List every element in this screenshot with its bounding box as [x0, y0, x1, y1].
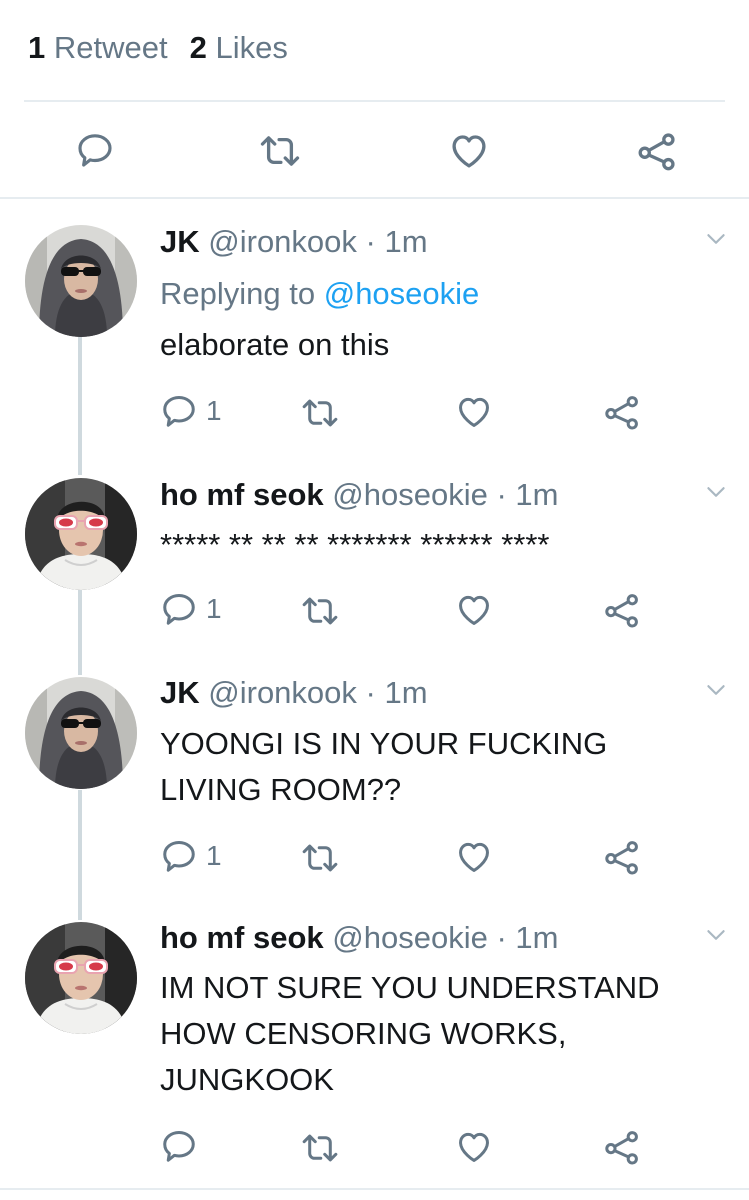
separator: · — [365, 675, 376, 710]
chevron-down-icon — [703, 226, 729, 252]
heart-icon — [447, 130, 491, 172]
replying-handle[interactable]: @hoseokie — [324, 276, 480, 311]
reply-count: 1 — [206, 593, 222, 624]
thread-line — [78, 337, 82, 475]
chevron-down-icon — [703, 922, 729, 948]
reply-icon — [160, 1127, 198, 1165]
share-button[interactable] — [603, 1128, 641, 1166]
user-handle[interactable]: @ironkook — [208, 675, 357, 710]
more-menu[interactable] — [703, 479, 729, 510]
heart-icon — [454, 393, 494, 431]
retweet-button[interactable] — [299, 592, 341, 630]
share-icon — [603, 591, 641, 629]
reply-count: 1 — [206, 395, 222, 426]
replying-to: Replying to @hoseokie — [160, 276, 479, 312]
retweet-button[interactable] — [299, 839, 341, 877]
tweet-header: JK @ironkook · 1m — [160, 224, 428, 260]
share-button[interactable] — [636, 130, 678, 172]
retweet-button[interactable] — [299, 1129, 341, 1167]
share-icon — [603, 1128, 641, 1166]
tweet-header: JK @ironkook · 1m — [160, 675, 428, 711]
like-count: 2 — [189, 30, 207, 65]
user-name[interactable]: ho mf seok — [160, 477, 324, 512]
retweet-icon — [299, 592, 341, 630]
more-menu[interactable] — [703, 226, 729, 257]
timestamp[interactable]: 1m — [385, 224, 428, 259]
divider — [0, 1188, 749, 1190]
retweet-icon — [299, 394, 341, 432]
user-handle[interactable]: @hoseokie — [332, 920, 488, 955]
divider — [0, 197, 749, 199]
separator: · — [365, 224, 376, 259]
chevron-down-icon — [703, 479, 729, 505]
timestamp[interactable]: 1m — [515, 477, 558, 512]
retweet-count: 1 — [28, 30, 46, 65]
like-button[interactable] — [454, 591, 494, 629]
reply-icon — [160, 837, 198, 875]
reply-count: 1 — [206, 840, 222, 871]
like-label[interactable]: Likes — [215, 30, 287, 65]
thread-line — [78, 790, 82, 920]
reply-icon — [160, 392, 198, 430]
reply-button[interactable] — [160, 1127, 206, 1165]
retweet-button[interactable] — [299, 394, 341, 432]
user-name[interactable]: JK — [160, 224, 200, 259]
more-menu[interactable] — [703, 922, 729, 953]
divider — [24, 100, 725, 102]
reply-button[interactable]: 1 — [160, 837, 222, 875]
avatar[interactable] — [25, 922, 137, 1034]
tweet-header: ho mf seok @hoseokie · 1m — [160, 477, 559, 513]
retweet-button[interactable] — [258, 130, 302, 172]
retweet-label[interactable]: Retweet — [54, 30, 168, 65]
like-button[interactable] — [454, 393, 494, 431]
share-icon — [636, 130, 678, 172]
more-menu[interactable] — [703, 677, 729, 708]
user-handle[interactable]: @ironkook — [208, 224, 357, 259]
like-button[interactable] — [447, 130, 491, 172]
user-handle[interactable]: @hoseokie — [332, 477, 488, 512]
share-button[interactable] — [603, 591, 641, 629]
tweet-header: ho mf seok @hoseokie · 1m — [160, 920, 559, 956]
avatar[interactable] — [25, 677, 137, 789]
reply-icon — [160, 590, 198, 628]
avatar[interactable] — [25, 225, 137, 337]
retweet-icon — [258, 130, 302, 172]
avatar[interactable] — [25, 478, 137, 590]
separator: · — [496, 477, 507, 512]
share-icon — [603, 393, 641, 431]
like-button[interactable] — [454, 838, 494, 876]
tweet-text: IM NOT SURE YOU UNDERSTAND HOW CENSORING… — [160, 970, 660, 1097]
timestamp[interactable]: 1m — [385, 675, 428, 710]
tweet-stats: 1 Retweet 2 Likes — [28, 30, 288, 66]
chevron-down-icon — [703, 677, 729, 703]
retweet-icon — [299, 1129, 341, 1167]
tweet-text: ***** ** ** ** ******* ****** **** — [160, 527, 550, 562]
reply-button[interactable]: 1 — [160, 590, 222, 628]
reply-button[interactable]: 1 — [160, 392, 222, 430]
separator: · — [496, 920, 507, 955]
replying-label: Replying to — [160, 276, 316, 311]
heart-icon — [454, 838, 494, 876]
user-name[interactable]: ho mf seok — [160, 920, 324, 955]
reply-icon — [75, 130, 115, 170]
share-button[interactable] — [603, 838, 641, 876]
like-button[interactable] — [454, 1128, 494, 1166]
thread-line — [78, 590, 82, 675]
share-button[interactable] — [603, 393, 641, 431]
heart-icon — [454, 1128, 494, 1166]
user-name[interactable]: JK — [160, 675, 200, 710]
retweet-icon — [299, 839, 341, 877]
heart-icon — [454, 591, 494, 629]
tweet-text: YOONGI IS IN YOUR FUCKING LIVING ROOM?? — [160, 726, 608, 807]
tweet-text: elaborate on this — [160, 327, 390, 362]
reply-button[interactable] — [75, 130, 115, 170]
timestamp[interactable]: 1m — [515, 920, 558, 955]
share-icon — [603, 838, 641, 876]
